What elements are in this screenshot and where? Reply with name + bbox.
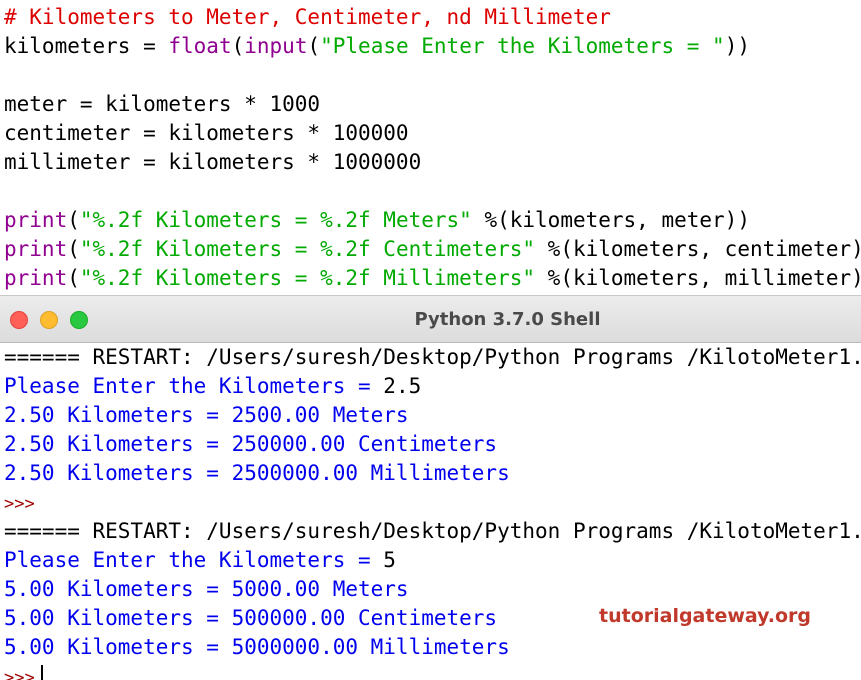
code-token: %(kilometers, millimeter)) [535,266,861,290]
code-comment-line: # Kilometers to Meter, Centimeter, nd Mi… [4,3,611,32]
code-string: "%.2f Kilometers = %.2f Meters" [80,208,472,232]
repl-prompt: >>> [4,494,35,514]
code-token: %(kilometers, meter)) [472,208,750,232]
input-prompt-line: Please Enter the Kilometers = 2.5 [4,372,421,401]
code-print-line: print("%.2f Kilometers = %.2f Centimeter… [4,235,861,264]
code-centimeter-line: centimeter = kilometers * 100000 [4,119,409,148]
code-string: "%.2f Kilometers = %.2f Millimeters" [80,266,535,290]
output-line: 5.00 Kilometers = 5000000.00 Millimeters [4,633,510,662]
code-token: )) [725,34,750,58]
output-line: 2.50 Kilometers = 2500.00 Meters [4,401,409,430]
code-print-line: print("%.2f Kilometers = %.2f Meters" %(… [4,206,750,235]
code-string: "Please Enter the Kilometers = " [320,34,725,58]
code-token: kilometers = [4,34,168,58]
repl-prompt: >>> [4,668,35,680]
code-builtin-float: float [168,34,231,58]
output-line: 2.50 Kilometers = 2500000.00 Millimeters [4,459,510,488]
output-line: 2.50 Kilometers = 250000.00 Centimeters [4,430,497,459]
code-meter-line: meter = kilometers * 1000 [4,90,320,119]
code-token: %(kilometers, centimeter)) [535,237,861,261]
code-builtin-print: print [4,237,67,261]
user-input-value: 5 [383,548,396,572]
shell-titlebar[interactable]: Python 3.7.0 Shell [0,295,861,343]
code-builtin-input: input [244,34,307,58]
repl-prompt-line[interactable]: >>> [4,662,43,680]
code-string: "%.2f Kilometers = %.2f Centimeters" [80,237,535,261]
code-print-line: print("%.2f Kilometers = %.2f Millimeter… [4,264,861,293]
input-prompt-text: Please Enter the Kilometers = [4,548,383,572]
text-cursor [41,665,43,680]
shell-output-area[interactable]: ====== RESTART: /Users/suresh/Desktop/Py… [0,343,861,680]
code-token: ( [67,237,80,261]
restart-line: ====== RESTART: /Users/suresh/Desktop/Py… [4,517,861,546]
code-token: ( [67,208,80,232]
code-token: ( [307,34,320,58]
output-line: 5.00 Kilometers = 500000.00 Centimeters [4,604,497,633]
watermark-logo: tutorialgateway.org [599,605,811,627]
restart-line: ====== RESTART: /Users/suresh/Desktop/Py… [4,343,861,372]
code-editor[interactable]: # Kilometers to Meter, Centimeter, nd Mi… [0,0,861,295]
python-shell-window: Python 3.7.0 Shell ====== RESTART: /User… [0,295,861,680]
code-millimeter-line: millimeter = kilometers * 1000000 [4,148,421,177]
window-title: Python 3.7.0 Shell [0,296,861,344]
input-prompt-line: Please Enter the Kilometers = 5 [4,546,396,575]
code-token: ( [67,266,80,290]
code-builtin-print: print [4,266,67,290]
code-builtin-print: print [4,208,67,232]
repl-prompt-line: >>> [4,488,35,517]
screenshot-root: # Kilometers to Meter, Centimeter, nd Mi… [0,0,861,680]
code-token: ( [232,34,245,58]
output-line: 5.00 Kilometers = 5000.00 Meters [4,575,409,604]
input-prompt-text: Please Enter the Kilometers = [4,374,383,398]
code-input-line: kilometers = float(input("Please Enter t… [4,32,750,61]
user-input-value: 2.5 [383,374,421,398]
